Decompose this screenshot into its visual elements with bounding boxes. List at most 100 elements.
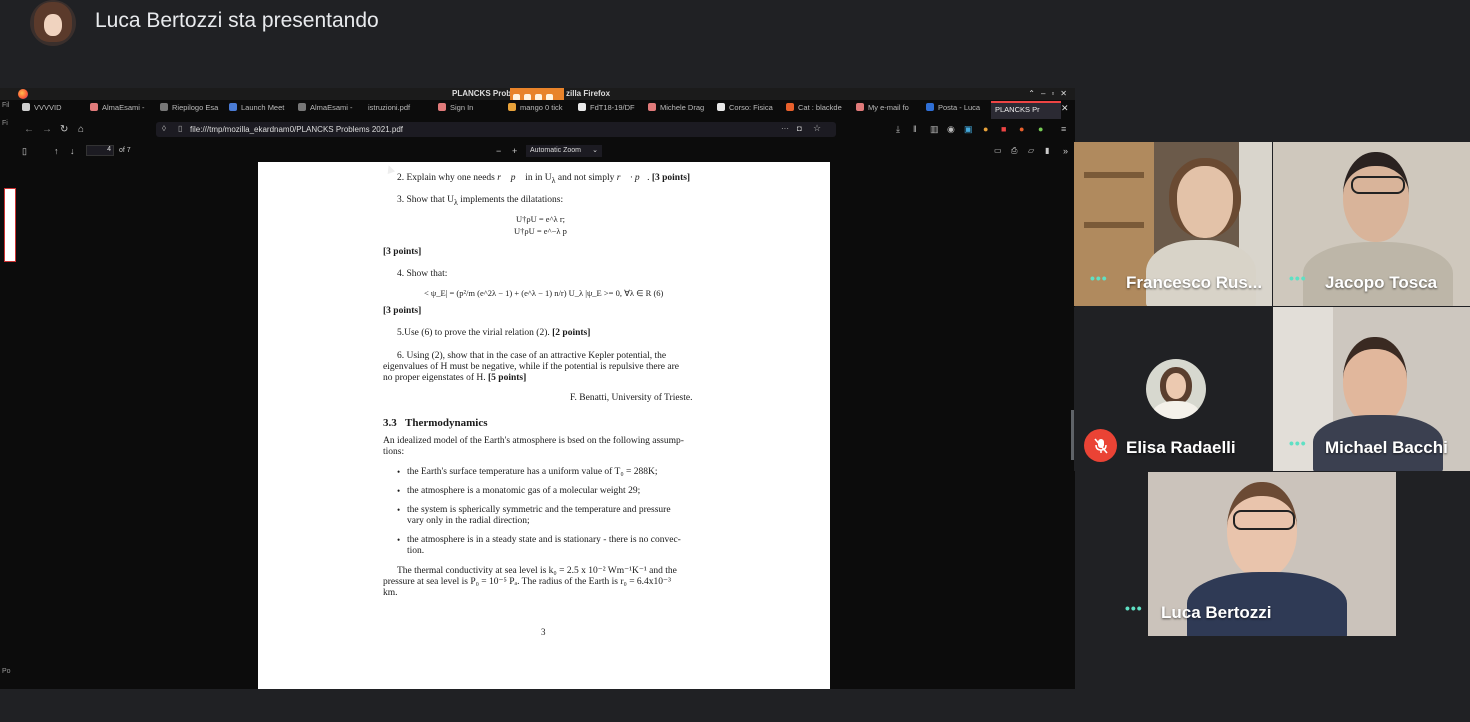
screen-share-indicator [510, 88, 564, 101]
tab-favicon [786, 103, 794, 111]
tab-label: istruzioni.pdf [368, 103, 411, 112]
window-controls[interactable]: ⌃–▫✕ [1028, 89, 1073, 98]
tab[interactable]: Launch Meet [229, 103, 293, 117]
downloads-icon[interactable]: ⤓ [896, 124, 900, 135]
tab[interactable]: AlmaEsami - [298, 103, 362, 117]
tab[interactable]: Michele Drag [648, 103, 712, 117]
pdf-text: implements the dilatations: [460, 195, 564, 205]
pdf-text: [3 points] [651, 173, 691, 183]
tab-favicon [298, 103, 306, 111]
pdf-text: the atmosphere is in a steady state and … [407, 535, 681, 545]
tab-favicon [508, 103, 516, 111]
next-page-icon[interactable]: ↓ [70, 146, 75, 156]
page-actions-icon[interactable]: ··· [781, 124, 789, 133]
page-number-input[interactable]: 4 [86, 145, 114, 156]
participant-tile[interactable]: ••• Francesco Rus... [1074, 142, 1272, 306]
zoom-value: Automatic Zoom [530, 147, 581, 154]
tab[interactable]: mango 0 tick [508, 103, 572, 117]
pdf-page: 2. Explain why one needs r⃗ p⃗ in in Uλ … [258, 162, 830, 689]
thumbnail-frame[interactable] [4, 188, 16, 262]
presenting-header: Luca Bertozzi sta presentando [0, 0, 1470, 86]
zoom-out-button[interactable]: − [496, 146, 501, 156]
page-count: of 7 [119, 147, 131, 154]
forward-icon[interactable]: → [42, 124, 52, 135]
reload-icon[interactable]: ↻ [60, 124, 68, 135]
tab-label: Launch Meet [241, 103, 285, 112]
menu-icon[interactable]: ≡ [1061, 124, 1066, 134]
tab-label: VVVVID [34, 103, 62, 112]
url-bar[interactable]: ◊ ▯ file:///tmp/mozilla_ekardnam0/PLANCK… [156, 122, 836, 137]
tab-active[interactable]: PLANCKS Pr [991, 101, 1061, 119]
extension-icon[interactable]: ■ [1001, 124, 1006, 134]
account-icon[interactable]: ◉ [947, 124, 955, 135]
pdf-section-title: Thermodynamics [405, 417, 488, 429]
tab[interactable]: FdT18-19/DF [578, 103, 642, 117]
pdf-text: [2 points] [552, 328, 591, 338]
participant-tile[interactable]: Elisa Radaelli [1074, 307, 1272, 471]
extension-icon[interactable]: ▣ [964, 124, 973, 135]
tab[interactable]: Posta - Luca [926, 103, 990, 117]
pdf-text: [5 points] [488, 373, 527, 383]
extension-icon[interactable]: ● [1019, 124, 1024, 134]
tab[interactable]: istruzioni.pdf [368, 103, 432, 117]
pdf-text: [3 points] [383, 306, 422, 316]
open-file-icon[interactable]: ▱ [1028, 146, 1034, 155]
extension-icon[interactable]: ● [983, 124, 988, 134]
participant-avatar [1146, 359, 1206, 419]
tab-favicon [160, 103, 168, 111]
browser-titlebar: PLANCKS Probl zilla Firefox ⌃–▫✕ [0, 88, 1075, 101]
participant-name: Luca Bertozzi [1161, 603, 1272, 622]
presentation-mode-icon[interactable]: ▭ [994, 146, 1002, 155]
tab-label: Corso: Fisica [729, 103, 773, 112]
tab[interactable]: My e-mail fo [856, 103, 920, 117]
close-tab-icon[interactable]: ✕ [1061, 103, 1069, 114]
tab-label: mango 0 tick [520, 103, 563, 112]
pdf-text: vary only in the radial direction; [407, 516, 530, 526]
tab[interactable]: Riepilogo Esa [160, 103, 224, 117]
pdf-viewer: 2. Explain why one needs r⃗ p⃗ in in Uλ … [16, 162, 1075, 689]
pdf-text: 5.Use (6) to prove the virial relation (… [397, 328, 591, 338]
tab-favicon [717, 103, 725, 111]
tab-label: My e-mail fo [868, 103, 909, 112]
participant-tile[interactable]: ••• Luca Bertozzi [1109, 472, 1435, 636]
sidebar-label: Po [2, 668, 11, 675]
sidebar-icon[interactable]: ▥ [930, 124, 939, 135]
pdf-text: no proper eigenstates of H. [5 points] [383, 373, 527, 383]
pdf-text: tion. [407, 546, 425, 556]
participant-tile[interactable]: ••• Jacopo Tosca [1273, 142, 1470, 306]
tools-chevron-icon[interactable]: » [1063, 146, 1068, 156]
bookmark-icon[interactable]: ▮ [1045, 146, 1049, 155]
tab[interactable]: Cat : blackde [786, 103, 850, 117]
tab-favicon [648, 103, 656, 111]
url-text[interactable]: file:///tmp/mozilla_ekardnam0/PLANCKS Pr… [190, 125, 403, 134]
pdf-equation: U†ρU = e^λ r; [516, 214, 566, 224]
pdf-text: tions: [383, 447, 405, 457]
pdf-text: An idealized model of the Earth's atmosp… [383, 436, 684, 446]
pdf-toolbar: ▯ ↑ ↓ 4 of 7 − + Automatic Zoom ⌄ ▭ ⎙ ▱ ▮… [16, 141, 1075, 162]
panel-scrollbar[interactable] [1071, 410, 1074, 460]
tab[interactable]: VVVVID [22, 103, 84, 117]
speaking-indicator-icon: ••• [1289, 435, 1307, 451]
bookmark-star-icon[interactable]: ☆ [813, 123, 821, 134]
tab[interactable]: Corso: Fisica [717, 103, 781, 117]
pdf-section-heading: 3.3 Thermodynamics [383, 417, 488, 429]
tab-label: AlmaEsami - [102, 103, 145, 112]
zoom-in-button[interactable]: + [512, 146, 517, 156]
page-icon: ▯ [178, 124, 183, 133]
previous-page-icon[interactable]: ↑ [54, 146, 59, 156]
tab-favicon [856, 103, 864, 111]
zoom-select[interactable]: Automatic Zoom ⌄ [526, 145, 602, 157]
back-icon[interactable]: ← [24, 124, 34, 135]
library-icon[interactable]: ‖ [913, 124, 917, 134]
pocket-icon[interactable]: ◘ [797, 124, 802, 133]
pdf-text: km. [383, 588, 398, 598]
participant-name: Michael Bacchi [1325, 438, 1448, 457]
print-icon[interactable]: ⎙ [1011, 146, 1017, 156]
extension-icon[interactable]: ● [1038, 124, 1043, 134]
sidebar-label: Fi [2, 120, 8, 127]
participant-tile[interactable]: ••• Michael Bacchi [1273, 307, 1470, 471]
home-icon[interactable]: ⌂ [78, 124, 84, 135]
tab[interactable]: AlmaEsami - [90, 103, 154, 117]
toggle-sidebar-icon[interactable]: ▯ [22, 146, 27, 157]
tab[interactable]: Sign In [438, 103, 502, 117]
